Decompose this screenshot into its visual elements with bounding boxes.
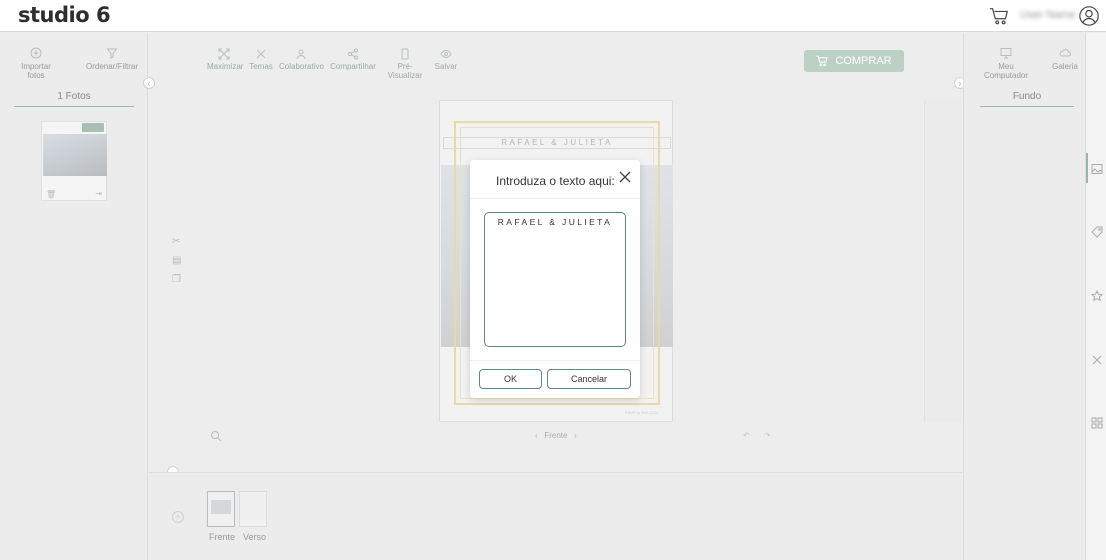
scissors-icon[interactable]: ✂ [172, 236, 181, 247]
eye-icon [440, 49, 452, 59]
right-icon-rail [1085, 33, 1106, 560]
cart-icon-small [816, 55, 828, 67]
dialog-title: Introduza o texto aqui: [496, 174, 615, 188]
zoom-icon[interactable] [210, 430, 222, 442]
trash-icon[interactable]: 🗑 [46, 190, 56, 199]
canvas-footer-text[interactable]: RSVP to 555-1234 [625, 410, 658, 415]
prev-page-icon[interactable]: ‹ [535, 431, 538, 440]
page-nav-label: Frente [544, 431, 568, 440]
top-bar: studio 6 User Name [0, 0, 1106, 32]
left-panel: Importar fotos Ordenar/Filtrar 1 Fotos 🗑… [0, 33, 148, 560]
plus-circle-icon [30, 47, 42, 59]
share-button[interactable]: Compartilhar [330, 48, 376, 71]
canvas-tools: ✂ ▤ ❐ [172, 236, 181, 293]
my-computer-button[interactable]: Meu Computador [976, 47, 1036, 80]
buy-button[interactable]: COMPRAR [804, 50, 904, 72]
page-nav: ‹ Frente › [535, 431, 577, 440]
dialog-divider-bottom [470, 360, 640, 361]
pages-strip: + Frente Verso [149, 472, 962, 560]
buy-label: COMPRAR [835, 55, 892, 67]
star-icon[interactable] [1091, 290, 1103, 302]
page-label-back: Verso [243, 532, 267, 542]
next-page-icon[interactable]: › [574, 431, 577, 440]
photos-tab[interactable]: 1 Fotos [14, 91, 134, 107]
collapse-left-panel-button[interactable]: ‹ [143, 77, 155, 89]
page-label-front: Frente [209, 532, 236, 542]
page-thumb-front[interactable] [207, 491, 235, 527]
gallery-label: Galeria [1052, 62, 1078, 71]
next-page-preview [924, 100, 962, 422]
image-icon[interactable] [1091, 163, 1103, 175]
user-account-icon[interactable] [1078, 5, 1100, 27]
maximize-button[interactable]: Maximizar [207, 48, 244, 71]
themes-button[interactable]: Temas [249, 48, 273, 71]
collaborative-button[interactable]: Colaborativo [279, 48, 324, 71]
move-photo-icon[interactable]: ⇥ [95, 189, 102, 198]
background-tab[interactable]: Fundo [980, 91, 1074, 107]
user-name[interactable]: User Name [1020, 9, 1076, 21]
dialog-divider-top [470, 198, 640, 199]
photo-image [43, 134, 107, 176]
cart-icon[interactable] [988, 5, 1010, 27]
close-icon[interactable] [618, 170, 632, 184]
import-photos-label: Importar fotos [21, 62, 51, 80]
preview-label: Pré-Visualizar [387, 62, 423, 80]
share-icon [348, 48, 358, 60]
maximize-icon [218, 48, 230, 60]
share-label: Compartilhar [330, 62, 376, 71]
document-icon[interactable]: ▤ [172, 255, 181, 266]
save-button[interactable]: Salvar [434, 48, 458, 71]
tag-icon[interactable] [1091, 226, 1103, 238]
copy-icon[interactable]: ❐ [172, 274, 181, 285]
cloud-icon [1059, 48, 1071, 57]
page-thumb-front-image [211, 500, 231, 514]
preview-icon [401, 48, 409, 60]
themes-icon [256, 49, 266, 59]
cross-tools-icon[interactable] [1091, 354, 1103, 366]
filter-icon [106, 48, 118, 59]
import-photos-button[interactable]: Importar fotos [12, 47, 60, 80]
sort-filter-label: Ordenar/Filtrar [86, 62, 139, 71]
ok-button[interactable]: OK [479, 369, 542, 389]
add-page-icon[interactable]: + [172, 511, 184, 523]
undo-redo-buttons[interactable]: ↶ ↷ [743, 431, 777, 440]
cancel-button[interactable]: Cancelar [547, 369, 631, 389]
rail-active-indicator [1086, 153, 1088, 183]
photo-thumbnail[interactable]: 🗑 ⇥ [41, 121, 107, 201]
maximize-label: Maximizar [207, 62, 244, 71]
preview-button[interactable]: Pré-Visualizar [382, 48, 428, 80]
collaborative-icon [296, 49, 306, 60]
photo-usage-badge [82, 123, 104, 132]
collaborative-label: Colaborativo [279, 62, 324, 71]
page-thumb-back[interactable] [239, 491, 267, 527]
my-computer-label: Meu Computador [983, 62, 1029, 80]
canvas-title-text[interactable]: RAFAEL & JULIETA [443, 137, 671, 149]
themes-label: Temas [249, 62, 273, 71]
text-entry-dialog: Introduza o texto aqui: OK Cancelar [470, 160, 640, 398]
monitor-icon [1000, 48, 1012, 59]
sort-filter-button[interactable]: Ordenar/Filtrar [86, 47, 138, 71]
studio6-logo[interactable]: studio 6 [18, 3, 111, 27]
save-label: Salvar [434, 62, 458, 71]
text-input[interactable] [484, 212, 626, 347]
grid-icon[interactable] [1091, 417, 1103, 429]
right-panel: Meu Computador Galeria Fundo [963, 33, 1085, 560]
gallery-button[interactable]: Galeria [1050, 47, 1080, 71]
